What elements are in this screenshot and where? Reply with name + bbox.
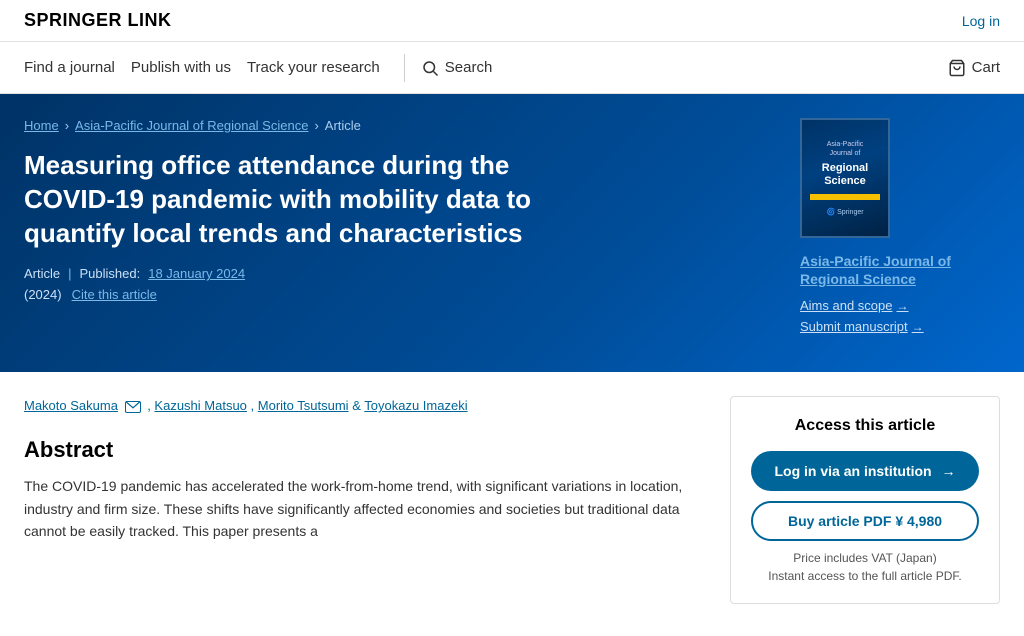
nav-publish-with-us[interactable]: Publish with us bbox=[131, 59, 247, 76]
email-icon bbox=[125, 401, 141, 413]
meta-separator: | bbox=[68, 266, 71, 281]
login-institution-label: Log in via an institution bbox=[775, 463, 932, 479]
published-date[interactable]: 18 January 2024 bbox=[148, 266, 245, 281]
journal-name-link[interactable]: Asia-Pacific Journal of Regional Science bbox=[800, 252, 1000, 288]
author-makoto[interactable]: Makoto Sakuma bbox=[24, 398, 118, 413]
breadcrumb-journal[interactable]: Asia-Pacific Journal of Regional Science bbox=[75, 118, 308, 133]
article-meta: Article | Published: 18 January 2024 bbox=[24, 266, 776, 281]
abstract-heading: Abstract bbox=[24, 437, 706, 463]
article-type: Article bbox=[24, 266, 60, 281]
aims-scope-label: Aims and scope bbox=[800, 298, 893, 313]
cart-label: Cart bbox=[972, 59, 1000, 76]
breadcrumb-sep1: › bbox=[65, 118, 69, 133]
author-morito[interactable]: Morito Tsutsumi bbox=[258, 398, 349, 413]
published-label: Published: bbox=[80, 266, 141, 281]
article-year: (2024) bbox=[24, 287, 62, 302]
author-toyokazu[interactable]: Toyokazu Imazeki bbox=[364, 398, 467, 413]
breadcrumb-sep2: › bbox=[314, 118, 318, 133]
submit-manuscript-link[interactable]: Submit manuscript → bbox=[800, 319, 924, 334]
access-box: Access this article Log in via an instit… bbox=[730, 396, 1000, 604]
breadcrumb: Home › Asia-Pacific Journal of Regional … bbox=[24, 118, 776, 133]
article-title: Measuring office attendance during the C… bbox=[24, 149, 604, 250]
login-link[interactable]: Log in bbox=[962, 13, 1000, 29]
access-note-vat: Price includes VAT (Japan) bbox=[751, 551, 979, 565]
article-body: Makoto Sakuma , Kazushi Matsuo , Morito … bbox=[24, 396, 706, 604]
buy-article-button[interactable]: Buy article PDF ¥ 4,980 bbox=[751, 501, 979, 541]
main-content: Makoto Sakuma , Kazushi Matsuo , Morito … bbox=[0, 372, 1024, 636]
main-nav: Find a journal Publish with us Track you… bbox=[0, 42, 1024, 94]
access-note-instant: Instant access to the full article PDF. bbox=[751, 569, 979, 583]
submit-manuscript-label: Submit manuscript bbox=[800, 319, 908, 334]
author-ampersand: & bbox=[352, 398, 364, 413]
institution-arrow: → bbox=[942, 463, 956, 479]
search-label: Search bbox=[445, 59, 493, 76]
journal-cover-banner bbox=[810, 194, 880, 200]
author-separator2: , bbox=[251, 398, 258, 413]
login-institution-button[interactable]: Log in via an institution → bbox=[751, 451, 979, 491]
breadcrumb-current: Article bbox=[325, 118, 361, 133]
buy-article-label: Buy article PDF ¥ 4,980 bbox=[788, 513, 942, 529]
journal-sidebar: Asia-PacificJournal of RegionalScience 🌀… bbox=[800, 118, 1000, 340]
aims-scope-arrow: → bbox=[897, 299, 909, 313]
hero-banner: Home › Asia-Pacific Journal of Regional … bbox=[0, 94, 1024, 372]
search-icon bbox=[421, 59, 439, 77]
journal-cover: Asia-PacificJournal of RegionalScience 🌀… bbox=[800, 118, 890, 238]
nav-track-research[interactable]: Track your research bbox=[247, 59, 396, 76]
site-header: SPRINGER LINK Log in bbox=[0, 0, 1024, 42]
breadcrumb-home[interactable]: Home bbox=[24, 118, 59, 133]
nav-find-journal[interactable]: Find a journal bbox=[24, 59, 131, 76]
nav-divider bbox=[404, 54, 405, 82]
aims-scope-link[interactable]: Aims and scope → bbox=[800, 298, 909, 313]
journal-cover-publisher: 🌀 Springer bbox=[826, 208, 863, 216]
email-envelope-svg bbox=[126, 402, 140, 412]
author-kazushi[interactable]: Kazushi Matsuo bbox=[154, 398, 247, 413]
search-button[interactable]: Search bbox=[421, 59, 493, 77]
access-title: Access this article bbox=[751, 417, 979, 435]
cart-icon bbox=[948, 59, 966, 77]
article-year-cite: (2024) Cite this article bbox=[24, 287, 776, 302]
submit-manuscript-arrow: → bbox=[912, 320, 924, 334]
article-header: Home › Asia-Pacific Journal of Regional … bbox=[24, 118, 776, 302]
journal-cover-top-text: Asia-PacificJournal of bbox=[827, 140, 864, 158]
site-logo: SPRINGER LINK bbox=[24, 10, 172, 31]
access-panel: Access this article Log in via an instit… bbox=[730, 396, 1000, 604]
cite-article-link[interactable]: Cite this article bbox=[72, 287, 157, 302]
authors-section: Makoto Sakuma , Kazushi Matsuo , Morito … bbox=[24, 396, 706, 417]
cart-button[interactable]: Cart bbox=[948, 59, 1000, 77]
abstract-body: The COVID-19 pandemic has accelerated th… bbox=[24, 475, 706, 542]
journal-cover-title: RegionalScience bbox=[822, 162, 868, 188]
